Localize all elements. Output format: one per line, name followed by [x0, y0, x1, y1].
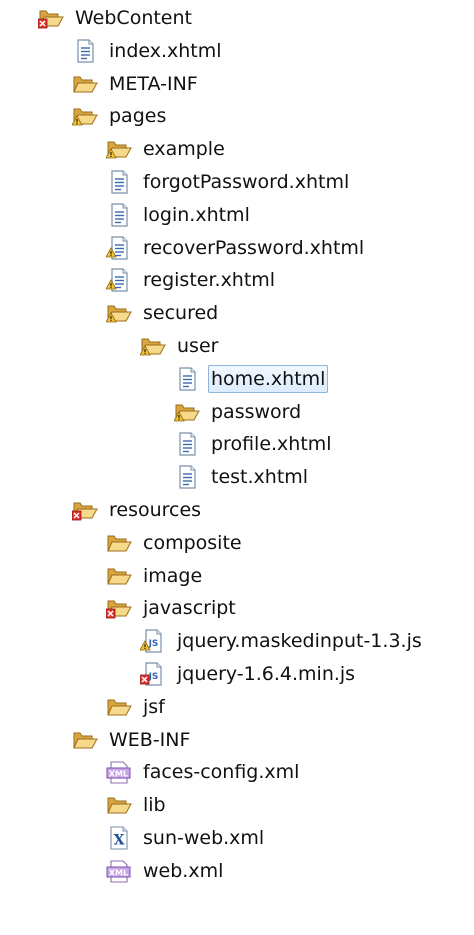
folder-open-warning-icon: [106, 136, 132, 162]
tree-item-label: WEB-INF: [109, 728, 191, 751]
tree-item-label: composite: [143, 531, 242, 554]
xhtml-file-icon: [174, 366, 200, 392]
folder-open-warning-icon: [106, 300, 132, 326]
tree-item[interactable]: resources: [72, 495, 204, 525]
xhtml-file-icon: [174, 464, 200, 490]
tree-item[interactable]: JS jquery-1.6.4.min.js: [140, 659, 358, 689]
tree-item[interactable]: XML faces-config.xml: [106, 757, 302, 787]
tree-item[interactable]: image: [106, 561, 205, 591]
tree-item[interactable]: WEB-INF: [72, 725, 193, 755]
xml-file-icon: XML: [106, 858, 132, 884]
tree-item-label: profile.xhtml: [211, 433, 332, 456]
tree-item-label: register.xhtml: [143, 269, 276, 292]
tree-item-label: home.xhtml: [208, 364, 329, 393]
folder-open-error-icon: [106, 595, 132, 621]
xhtml-file-icon: [106, 202, 132, 228]
tree-item-label: pages: [109, 105, 167, 128]
tree-item-label: sun-web.xml: [143, 827, 265, 849]
tree-item[interactable]: password: [174, 397, 304, 427]
xml-file-icon: XML: [106, 759, 132, 785]
tree-item[interactable]: javascript: [106, 593, 239, 623]
tree-item-label: META-INF: [109, 72, 198, 95]
tree-item-label: WebContent: [75, 7, 192, 29]
tree-item[interactable]: META-INF: [72, 69, 201, 99]
tree-item[interactable]: home.xhtml: [174, 364, 329, 394]
xml-x-file-icon: X: [106, 825, 132, 851]
xhtml-file-icon: [106, 169, 132, 195]
tree-item[interactable]: test.xhtml: [174, 462, 311, 492]
tree-item[interactable]: secured: [106, 298, 221, 328]
tree-item-label: login.xhtml: [143, 203, 250, 226]
tree-item[interactable]: lib: [106, 790, 169, 820]
svg-text:X: X: [114, 833, 125, 849]
tree-item[interactable]: register.xhtml: [106, 265, 278, 295]
tree-item[interactable]: index.xhtml: [72, 36, 225, 66]
tree-item[interactable]: jsf: [106, 692, 168, 722]
folder-open-warning-icon: [140, 333, 166, 359]
tree-item[interactable]: profile.xhtml: [174, 429, 335, 459]
tree-item[interactable]: XML web.xml: [106, 856, 226, 886]
folder-open-icon: [72, 71, 98, 97]
project-explorer-tree: WebContent index.xhtml META-INF pages exampl…: [0, 0, 474, 935]
folder-open-icon: [106, 792, 132, 818]
tree-item[interactable]: user: [140, 331, 221, 361]
tree-item-label: test.xhtml: [211, 466, 309, 489]
tree-item[interactable]: forgotPassword.xhtml: [106, 167, 352, 197]
folder-open-icon: [106, 563, 132, 589]
tree-item-label: index.xhtml: [109, 39, 222, 62]
tree-item[interactable]: composite: [106, 528, 245, 558]
tree-item-label: jquery-1.6.4.min.js: [177, 663, 356, 685]
tree-item-label: image: [143, 564, 203, 587]
js-file-warning-icon: JS: [140, 628, 166, 654]
tree-item-label: lib: [143, 794, 166, 817]
tree-item[interactable]: Xsun-web.xml: [106, 823, 267, 853]
folder-open-warning-icon: [174, 399, 200, 425]
tree-item-label: jsf: [143, 695, 165, 718]
tree-item-label: jquery.maskedinput-1.3.js: [177, 630, 422, 653]
svg-text:XML: XML: [109, 868, 128, 877]
tree-item[interactable]: WebContent: [38, 3, 195, 33]
tree-item[interactable]: example: [106, 134, 228, 164]
tree-item-label: example: [143, 138, 225, 161]
xhtml-file-icon: [174, 431, 200, 457]
xhtml-file-warning-icon: [106, 267, 132, 293]
js-file-error-icon: JS: [140, 661, 166, 687]
folder-open-error-icon: [72, 497, 98, 523]
tree-item-label: password: [211, 400, 302, 423]
tree-item-label: web.xml: [143, 859, 224, 882]
folder-open-warning-icon: [72, 103, 98, 129]
tree-item[interactable]: recoverPassword.xhtml: [106, 233, 367, 263]
tree-item-label: secured: [143, 302, 219, 325]
tree-item-label: faces-config.xml: [143, 761, 300, 784]
tree-item-label: resources: [109, 499, 202, 521]
folder-open-icon: [106, 530, 132, 556]
folder-open-icon: [72, 727, 98, 753]
tree-item[interactable]: JS jquery.maskedinput-1.3.js: [140, 626, 425, 656]
tree-item-label: forgotPassword.xhtml: [143, 171, 350, 193]
folder-open-icon: [106, 694, 132, 720]
xhtml-file-icon: [72, 38, 98, 64]
tree-item-label: user: [177, 335, 219, 357]
folder-open-error-icon: [38, 5, 64, 31]
tree-item-label: recoverPassword.xhtml: [143, 236, 365, 259]
tree-item-label: javascript: [143, 597, 236, 620]
xhtml-file-warning-icon: [106, 235, 132, 261]
svg-text:XML: XML: [109, 770, 128, 779]
tree-item[interactable]: login.xhtml: [106, 200, 253, 230]
tree-item[interactable]: pages: [72, 101, 169, 131]
